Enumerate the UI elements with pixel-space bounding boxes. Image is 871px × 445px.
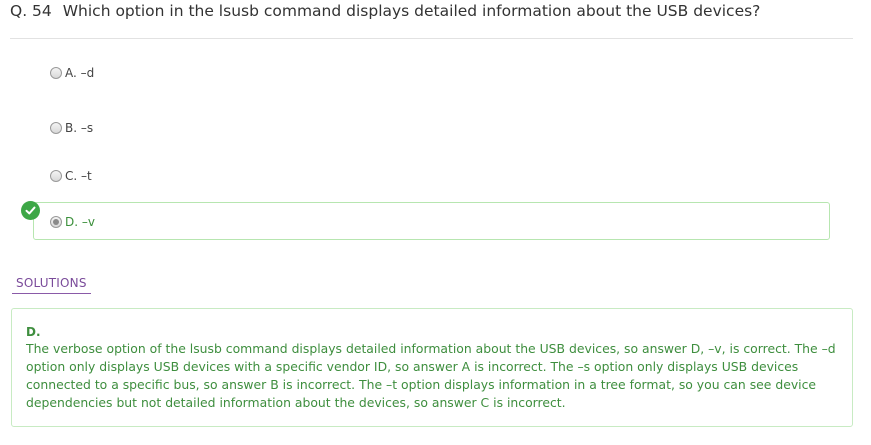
option-b-radio[interactable] [50, 122, 62, 134]
solution-answer: D. [26, 325, 41, 339]
option-d-radio[interactable] [50, 216, 62, 228]
question-header: Q. 54 Which option in the lsusb command … [10, 1, 760, 21]
option-a-label: A. –d [65, 66, 95, 80]
question-divider [10, 38, 853, 39]
option-d[interactable]: D. –v [50, 215, 95, 229]
solution-panel: D. The verbose option of the lsusb comma… [11, 308, 853, 427]
option-b[interactable]: B. –s [50, 121, 93, 135]
question-text: Which option in the lsusb command displa… [62, 2, 761, 20]
option-a-radio[interactable] [50, 67, 62, 79]
solutions-tab[interactable]: SOLUTIONS [12, 276, 91, 294]
option-d-label: D. –v [65, 215, 95, 229]
option-b-label: B. –s [65, 121, 94, 135]
option-a[interactable]: A. –d [50, 66, 94, 80]
question-number: Q. 54 [10, 2, 52, 20]
option-c[interactable]: C. –t [50, 169, 92, 183]
option-c-label: C. –t [65, 169, 92, 183]
check-circle-icon [21, 201, 40, 220]
solution-explanation: The verbose option of the lsusb command … [26, 341, 836, 410]
check-mark-icon [25, 206, 36, 215]
correct-answer-highlight [33, 202, 830, 240]
option-c-radio[interactable] [50, 170, 62, 182]
